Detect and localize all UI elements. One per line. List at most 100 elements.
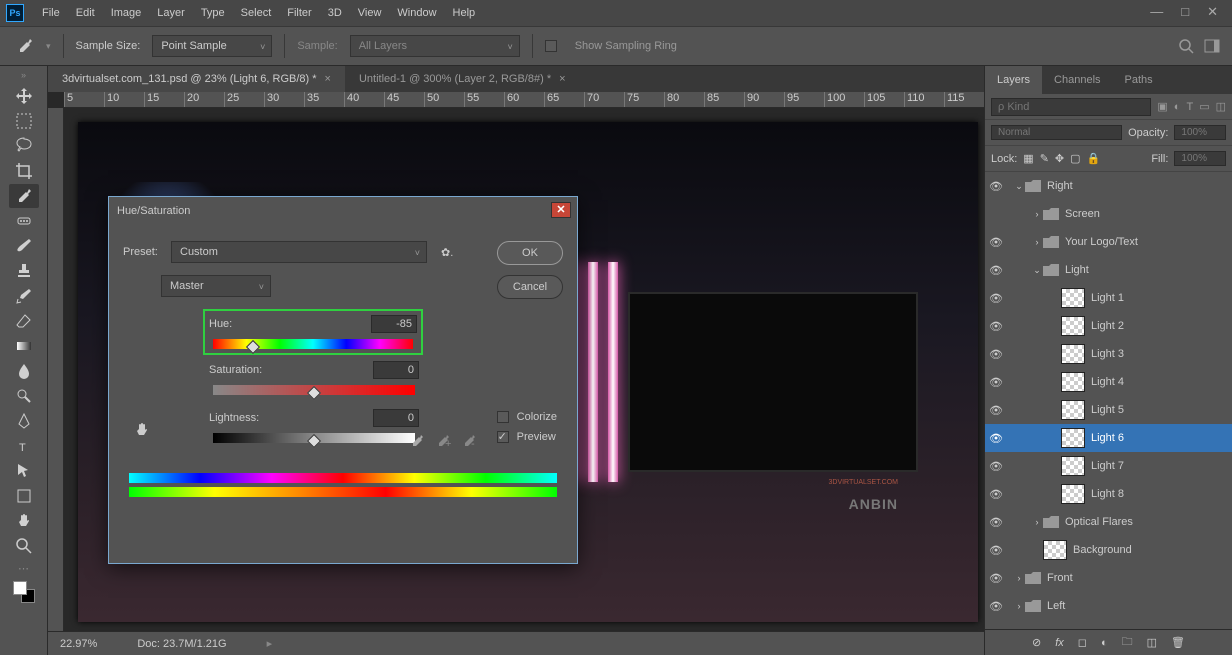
visibility-toggle[interactable]: 👁 [985,572,1007,585]
panel-tab-layers[interactable]: Layers [985,66,1042,94]
layer-thumbnail[interactable] [1061,428,1085,448]
delete-layer-icon[interactable]: 🗑 [1171,636,1185,649]
layer-thumbnail[interactable] [1043,540,1067,560]
blend-mode-dropdown[interactable]: Normal [991,125,1122,140]
dodge-tool[interactable] [9,384,39,408]
layer-row[interactable]: 👁Light 7 [985,452,1232,480]
zoom-tool[interactable] [9,534,39,558]
menu-3d[interactable]: 3D [320,7,350,19]
sampling-ring-checkbox[interactable] [545,40,557,52]
layer-thumbnail[interactable] [1061,288,1085,308]
filter-smart-icon[interactable]: ◫ [1216,100,1226,113]
saturation-input[interactable] [373,361,419,379]
layer-row[interactable]: 👁Light 8 [985,480,1232,508]
menu-image[interactable]: Image [103,7,150,19]
filter-shape-icon[interactable]: ▭ [1199,100,1209,113]
tab-close-icon[interactable]: × [325,73,331,85]
expand-toggle[interactable]: › [1013,601,1025,611]
document-tab[interactable]: Untitled-1 @ 300% (Layer 2, RGB/8#) *× [345,66,580,92]
lock-artboard-icon[interactable]: ▢ [1070,152,1080,165]
layer-thumbnail[interactable] [1061,316,1085,336]
visibility-toggle[interactable]: 👁 [985,404,1007,417]
visibility-toggle[interactable]: 👁 [985,460,1007,473]
filter-adjust-icon[interactable]: ◐ [1174,101,1181,113]
hue-input[interactable] [371,315,417,333]
saturation-slider[interactable] [213,385,415,395]
visibility-toggle[interactable]: 👁 [985,236,1007,249]
healing-tool[interactable] [9,209,39,233]
menu-layer[interactable]: Layer [149,7,193,19]
maximize-button[interactable]: □ [1181,4,1189,20]
layer-row[interactable]: 👁Light 6 [985,424,1232,452]
menu-select[interactable]: Select [233,7,280,19]
history-brush-tool[interactable] [9,284,39,308]
visibility-toggle[interactable]: 👁 [985,600,1007,613]
new-layer-icon[interactable]: ◫ [1147,636,1157,649]
minimize-button[interactable]: — [1150,4,1163,20]
cancel-button[interactable]: Cancel [497,275,563,299]
layer-thumbnail[interactable] [1061,484,1085,504]
visibility-toggle[interactable]: 👁 [985,488,1007,501]
layer-row[interactable]: 👁Light 5 [985,396,1232,424]
eyedropper-subtract-icon[interactable]: - [461,433,477,449]
visibility-toggle[interactable]: 👁 [985,432,1007,445]
layer-row[interactable]: 👁Light 4 [985,368,1232,396]
gradient-tool[interactable] [9,334,39,358]
dialog-titlebar[interactable]: Hue/Saturation ✕ [109,197,577,225]
layer-row[interactable]: 👁⌄Right [985,172,1232,200]
visibility-toggle[interactable]: 👁 [985,376,1007,389]
gear-icon[interactable]: ✿. [441,246,453,259]
new-group-icon[interactable]: 🗀 [1122,633,1133,652]
preset-dropdown[interactable]: Custom [171,241,427,263]
layer-row[interactable]: 👁Light 1 [985,284,1232,312]
layer-row[interactable]: ›Screen [985,200,1232,228]
visibility-toggle[interactable]: 👁 [985,320,1007,333]
ok-button[interactable]: OK [497,241,563,265]
dialog-close-button[interactable]: ✕ [551,202,571,218]
workspace-icon[interactable] [1204,38,1220,54]
link-layers-icon[interactable]: ⊘ [1032,636,1041,649]
layer-thumbnail[interactable] [1061,400,1085,420]
opacity-input[interactable]: 100% [1174,125,1226,140]
lock-all-icon[interactable]: 🔒 [1087,152,1101,165]
visibility-toggle[interactable]: 👁 [985,516,1007,529]
zoom-level[interactable]: 22.97% [60,638,97,650]
menu-type[interactable]: Type [193,7,233,19]
layer-thumbnail[interactable] [1061,372,1085,392]
sample-dropdown[interactable]: All Layers [350,35,520,57]
visibility-toggle[interactable]: 👁 [985,180,1007,193]
lock-pixels-icon[interactable]: ▦ [1023,152,1033,165]
visibility-toggle[interactable]: 👁 [985,264,1007,277]
filter-image-icon[interactable]: ▣ [1157,100,1167,113]
brush-tool[interactable] [9,234,39,258]
crop-tool[interactable] [9,159,39,183]
lasso-tool[interactable] [9,134,39,158]
layer-fx-icon[interactable]: fx [1055,637,1064,649]
search-icon[interactable] [1178,38,1194,54]
expand-toggle[interactable]: › [1031,237,1043,247]
layer-row[interactable]: 👁›Front [985,564,1232,592]
expand-toggle[interactable]: ⌄ [1013,181,1025,192]
preview-checkbox[interactable] [497,431,509,443]
targeted-adjust-icon[interactable] [133,421,155,443]
menu-help[interactable]: Help [445,7,484,19]
eyedropper-add-icon[interactable]: + [435,433,451,449]
channel-dropdown[interactable]: Master [161,275,271,297]
colorize-checkbox[interactable] [497,411,509,423]
expand-toggle[interactable]: › [1031,209,1043,219]
visibility-toggle[interactable]: 👁 [985,544,1007,557]
menu-edit[interactable]: Edit [68,7,103,19]
document-tab[interactable]: 3dvirtualset.com_131.psd @ 23% (Light 6,… [48,66,345,92]
move-tool[interactable] [9,84,39,108]
hand-tool[interactable] [9,509,39,533]
visibility-toggle[interactable]: 👁 [985,292,1007,305]
marquee-tool[interactable] [9,109,39,133]
path-select-tool[interactable] [9,459,39,483]
fill-input[interactable]: 100% [1174,151,1226,166]
sample-size-dropdown[interactable]: Point Sample [152,35,272,57]
layer-thumbnail[interactable] [1061,456,1085,476]
layer-row[interactable]: 👁Light 2 [985,312,1232,340]
hue-slider[interactable] [213,339,413,349]
lock-brush-icon[interactable]: ✎ [1040,152,1049,165]
type-tool[interactable]: T [9,434,39,458]
